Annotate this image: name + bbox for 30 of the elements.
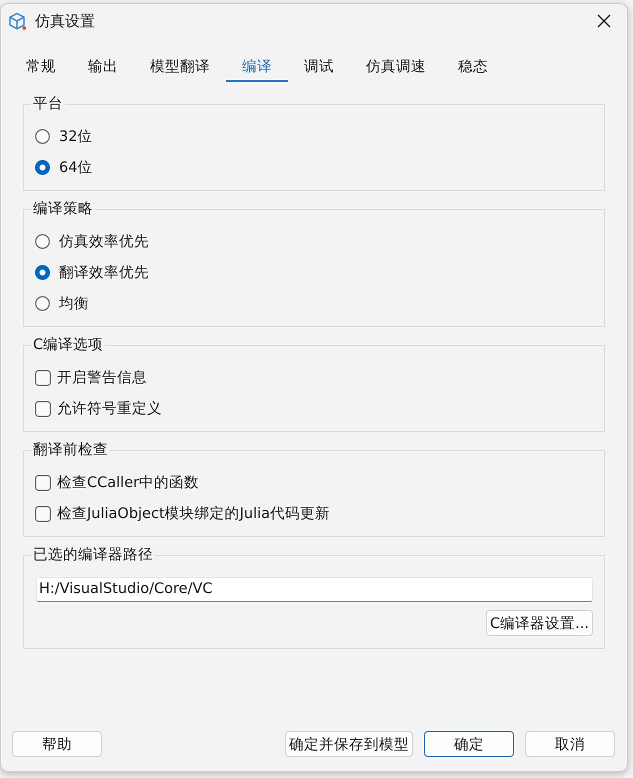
tab[interactable]: 常规 — [10, 52, 72, 82]
dialog-button[interactable]: 取消 — [525, 731, 615, 757]
checkbox-option[interactable]: 检查CCaller中的函数 — [35, 467, 200, 498]
group-title: 翻译前检查 — [32, 441, 109, 460]
checkbox-option[interactable]: 允许符号重定义 — [35, 393, 162, 424]
tab[interactable]: 调试 — [288, 52, 350, 82]
tab[interactable]: 编译 — [226, 52, 288, 82]
help-button[interactable]: 帮助 — [12, 731, 102, 757]
tab[interactable]: 稳态 — [442, 52, 504, 82]
checkbox-option[interactable]: 开启警告信息 — [35, 362, 147, 393]
radio-option[interactable]: 64位 — [35, 152, 92, 183]
radio-option[interactable]: 翻译效率优先 — [35, 257, 149, 288]
window-title: 仿真设置 — [35, 12, 95, 30]
dialog-button[interactable]: 确定 — [424, 731, 514, 757]
close-icon — [597, 14, 611, 28]
group-title: 已选的编译器路径 — [32, 546, 154, 565]
tab[interactable]: 输出 — [72, 52, 134, 82]
group-title: 平台 — [32, 95, 64, 114]
tab[interactable]: 仿真调速 — [350, 52, 442, 82]
radio-option[interactable]: 均衡 — [35, 288, 89, 319]
dialog-button[interactable]: 确定并保存到模型 — [285, 731, 413, 757]
cube-icon — [8, 12, 27, 30]
radio-option[interactable]: 仿真效率优先 — [35, 226, 149, 257]
group-title: C编译选项 — [32, 336, 104, 355]
radio-option[interactable]: 32位 — [35, 121, 92, 152]
tab[interactable]: 模型翻译 — [134, 52, 226, 82]
path-field[interactable]: H:/VisualStudio/Core/VC — [36, 577, 593, 602]
group-title: 编译策略 — [32, 200, 94, 219]
checkbox-option[interactable]: 检查JuliaObject模块绑定的Julia代码更新 — [35, 498, 330, 529]
compiler-settings-button[interactable]: C编译器设置... — [486, 610, 593, 636]
